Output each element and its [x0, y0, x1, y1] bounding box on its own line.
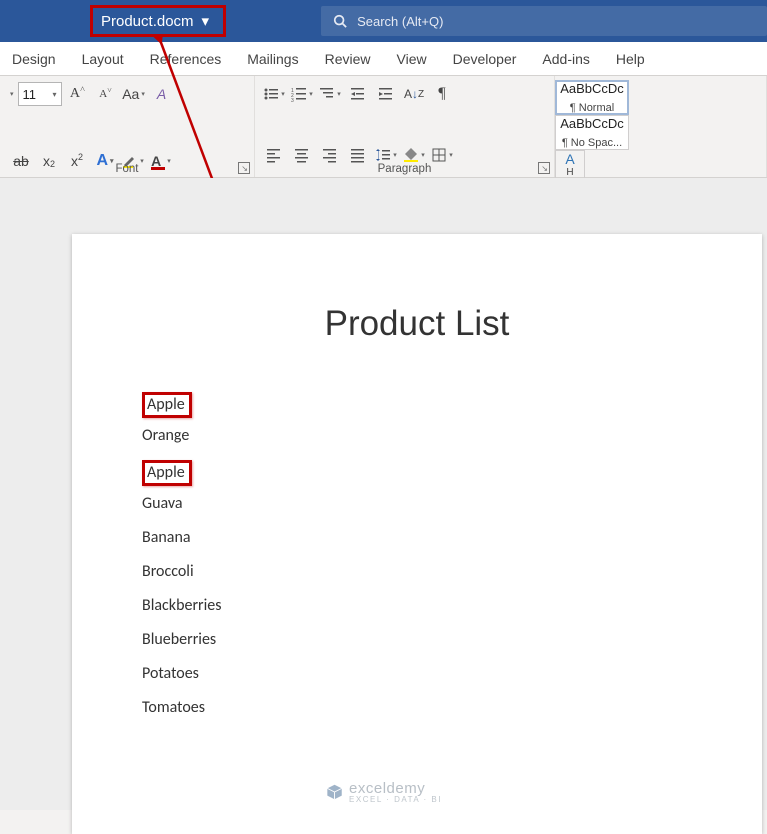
font-launcher-icon[interactable]: ↘ — [238, 162, 250, 174]
tab-view[interactable]: View — [397, 51, 427, 67]
tab-developer[interactable]: Developer — [453, 51, 517, 67]
style-sample: AaBbCcDc — [560, 81, 624, 96]
list-item[interactable]: Tomatoes — [142, 698, 205, 717]
tab-layout[interactable]: Layout — [82, 51, 124, 67]
list-item[interactable]: Guava — [142, 494, 183, 513]
list-item[interactable]: Blueberries — [142, 630, 216, 649]
indent-left-button[interactable] — [347, 82, 369, 106]
shrink-font-button[interactable]: A˅ — [94, 82, 118, 106]
clear-format-button[interactable]: A — [150, 82, 174, 106]
indent-right-button[interactable] — [375, 82, 397, 106]
watermark: exceldemy EXCEL · DATA · BI — [325, 780, 442, 804]
tab-addins[interactable]: Add-ins — [542, 51, 589, 67]
numbering-button[interactable]: 123▾ — [291, 82, 313, 106]
font-group: ▾ 11 ▾ A˄ A˅ Aa▾ A ab x2 x2 A▾ ▾ A▾ Font… — [0, 76, 255, 177]
search-icon — [333, 14, 347, 28]
styles-group: AaBbCcDc ¶ Normal AaBbCcDc ¶ No Spac... … — [555, 76, 767, 177]
ribbon-tabs: Design Layout References Mailings Review… — [0, 42, 767, 76]
style-sample: AaBbCcDc — [560, 116, 624, 131]
document-title: Product List — [72, 304, 762, 344]
tab-help[interactable]: Help — [616, 51, 645, 67]
font-group-label: Font — [115, 163, 138, 175]
filename-label: Product.docm — [101, 13, 194, 30]
logo-icon — [325, 783, 343, 801]
list-item[interactable]: Blackberries — [142, 596, 222, 615]
list-item[interactable]: Apple — [142, 460, 192, 486]
show-marks-button[interactable]: ¶ — [431, 82, 453, 106]
style-heading1[interactable]: A H — [555, 150, 585, 179]
bullets-button[interactable]: ▾ — [263, 82, 285, 106]
ribbon: ▾ 11 ▾ A˄ A˅ Aa▾ A ab x2 x2 A▾ ▾ A▾ Font… — [0, 76, 767, 178]
font-size-input[interactable]: 11 ▾ — [18, 82, 62, 106]
tab-review[interactable]: Review — [325, 51, 371, 67]
tab-design[interactable]: Design — [12, 51, 56, 67]
watermark-sub: EXCEL · DATA · BI — [349, 795, 442, 804]
style-name: ¶ Normal — [570, 102, 614, 114]
list-item[interactable]: Broccoli — [142, 562, 194, 581]
tab-mailings[interactable]: Mailings — [247, 51, 298, 67]
document-canvas: Product List Apple Orange Apple Guava Ba… — [0, 178, 767, 810]
search-box[interactable]: Search (Alt+Q) — [321, 6, 767, 36]
change-case-button[interactable]: Aa▾ — [122, 82, 146, 106]
filename-highlight[interactable]: Product.docm ▾ — [90, 5, 226, 37]
grow-font-button[interactable]: A˄ — [66, 82, 90, 106]
document-page[interactable]: Product List Apple Orange Apple Guava Ba… — [72, 234, 762, 834]
font-dd-icon[interactable]: ▾ — [10, 90, 14, 98]
paragraph-launcher-icon[interactable]: ↘ — [538, 162, 550, 174]
search-placeholder: Search (Alt+Q) — [357, 14, 443, 29]
style-normal[interactable]: AaBbCcDc ¶ Normal — [555, 80, 629, 115]
sort-button[interactable]: A↓Z — [403, 82, 425, 106]
paragraph-group-label: Paragraph — [378, 163, 432, 175]
svg-text:3: 3 — [291, 98, 294, 102]
font-size-value: 11 — [23, 87, 37, 102]
style-name: ¶ No Spac... — [562, 137, 622, 149]
list-item[interactable]: Apple — [142, 392, 192, 418]
multilevel-button[interactable]: ▾ — [319, 82, 341, 106]
chevron-down-icon: ▾ — [53, 90, 57, 99]
list-item[interactable]: Banana — [142, 528, 191, 547]
list-item[interactable]: Potatoes — [142, 664, 199, 683]
title-bar: Product.docm ▾ Search (Alt+Q) — [0, 0, 767, 42]
list-item[interactable]: Orange — [142, 426, 189, 445]
style-nospacing[interactable]: AaBbCcDc ¶ No Spac... — [555, 115, 629, 150]
tab-references[interactable]: References — [150, 51, 222, 67]
paragraph-group: ▾ 123▾ ▾ A↓Z ¶ ▾ ▾ ▾ Paragraph ↘ — [255, 76, 555, 177]
chevron-down-icon: ▾ — [202, 12, 210, 30]
